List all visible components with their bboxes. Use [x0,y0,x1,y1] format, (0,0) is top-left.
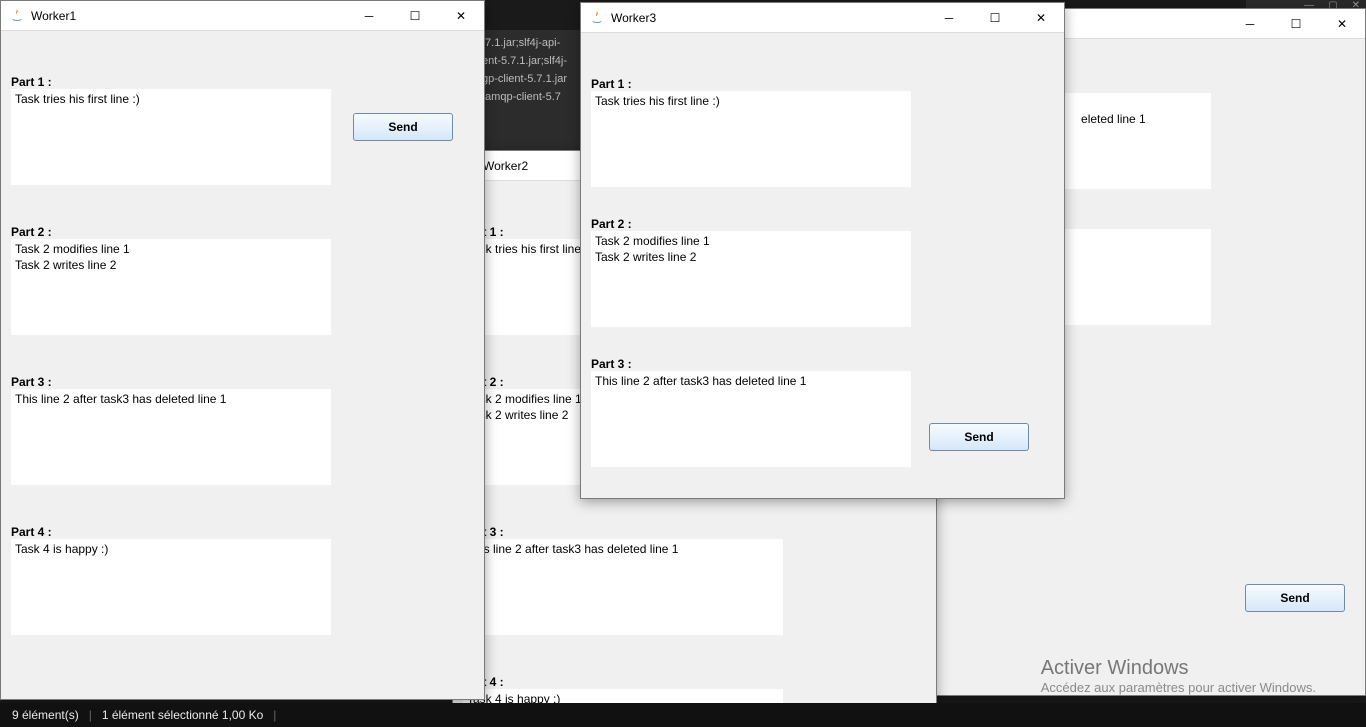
textbox-content: Task 2 modifies line 1 Task 2 writes lin… [15,242,130,272]
part-label: Part 3 : [11,375,474,389]
status-separator: | [89,708,92,722]
close-button[interactable]: ✕ [438,1,484,31]
send-button-label: Send [964,430,993,444]
titlebar[interactable]: Worker1 ─ ☐ ✕ [1,1,484,31]
part-label: Part 3 : [591,357,1054,371]
send-button[interactable]: Send [1245,584,1345,612]
part-textbox[interactable]: Task 2 modifies line 1 Task 2 writes lin… [591,231,911,327]
window-worker1[interactable]: Worker1 ─ ☐ ✕ Part 1 : Task tries his fi… [0,0,485,700]
maximize-button[interactable]: ☐ [972,3,1018,33]
close-button[interactable]: ✕ [1319,9,1365,39]
textbox-content: Task 2 modifies line 1 Task 2 writes lin… [595,234,710,264]
part-label: Part 3 : [463,525,926,539]
minimize-button[interactable]: ─ [346,1,392,31]
textbox-content: Task tries his first line :) [595,94,720,108]
window-worker3[interactable]: Worker3 ─ ☐ ✕ Part 1 : Task tries his fi… [580,2,1065,499]
minimize-button[interactable]: ─ [926,3,972,33]
window-title: Worker2 [483,159,528,173]
textbox-content: eleted line 1 [1081,112,1146,126]
part-label: Part 4 : [11,525,474,539]
part-label: Part 2 : [11,225,474,239]
java-icon [589,10,605,26]
part-textbox[interactable]: Task tries his first line :) [591,91,911,187]
status-separator: | [273,708,276,722]
status-items-count: 9 élément(s) [12,708,79,722]
send-button[interactable]: Send [929,423,1029,451]
send-button-label: Send [1280,591,1309,605]
maximize-button[interactable]: ☐ [1273,9,1319,39]
java-icon [9,8,25,24]
close-button[interactable]: ✕ [1018,3,1064,33]
textbox-content: This line 2 after task3 has deleted line… [467,542,678,556]
status-selection: 1 élément sélectionné 1,00 Ko [102,708,263,722]
part-textbox[interactable]: This line 2 after task3 has deleted line… [591,371,911,467]
textbox-content: Task tries his first line :) [467,242,592,256]
maximize-button[interactable]: ☐ [392,1,438,31]
send-button[interactable]: Send [353,113,453,141]
part-textbox[interactable]: This line 2 after task3 has deleted line… [11,389,331,485]
part-textbox[interactable]: Task 4 is happy :) [11,539,331,635]
textbox-content: This line 2 after task3 has deleted line… [595,374,806,388]
part-textbox[interactable]: This line 2 after task3 has deleted line… [463,539,783,635]
window-title: Worker1 [31,9,76,23]
part-textbox[interactable]: Task 2 modifies line 1 Task 2 writes lin… [11,239,331,335]
send-button-label: Send [388,120,417,134]
textbox-content: Task 4 is happy :) [15,542,108,556]
window-title: Worker3 [611,11,656,25]
part-label: Part 1 : [591,77,1054,91]
textbox-content: This line 2 after task3 has deleted line… [15,392,226,406]
part-label: Part 4 : [463,675,926,689]
explorer-statusbar: 9 élément(s) | 1 élément sélectionné 1,0… [0,703,1366,727]
part-label: Part 1 : [11,75,474,89]
minimize-button[interactable]: ─ [1227,9,1273,39]
titlebar[interactable]: Worker3 ─ ☐ ✕ [581,3,1064,33]
part-label: Part 2 : [591,217,1054,231]
textbox-content: Task tries his first line :) [15,92,140,106]
part-textbox[interactable]: Task tries his first line :) [11,89,331,185]
